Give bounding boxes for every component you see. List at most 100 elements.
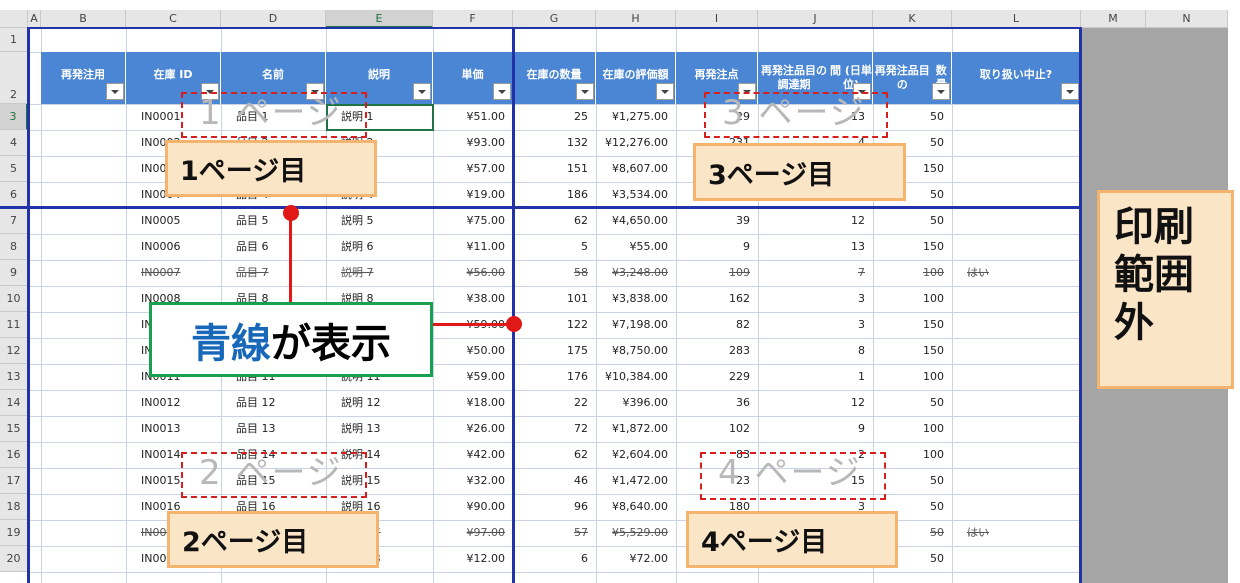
cell-price[interactable]: ¥42.00 — [433, 448, 506, 462]
column-header-n[interactable]: N — [1146, 10, 1228, 28]
cell-qty[interactable]: 62 — [513, 448, 588, 462]
row-header-3[interactable]: 3 — [0, 104, 28, 130]
cell-point[interactable]: 109 — [676, 266, 750, 280]
cell-id[interactable]: IN0007 — [141, 266, 180, 280]
cell-value[interactable]: ¥10,384.00 — [596, 370, 668, 384]
row-header-12[interactable]: 12 — [0, 338, 28, 364]
cell-price[interactable]: ¥11.00 — [433, 240, 506, 254]
cell-order[interactable]: 100 — [873, 422, 944, 436]
cell-value[interactable]: ¥7,198.00 — [596, 318, 668, 332]
filter-dropdown-button[interactable] — [656, 83, 674, 100]
cell-point[interactable]: 229 — [676, 370, 750, 384]
row-header-6[interactable]: 6 — [0, 182, 28, 208]
cell-point[interactable]: 36 — [676, 396, 750, 410]
cell-qty[interactable]: 6 — [513, 552, 588, 566]
column-header-b[interactable]: B — [41, 10, 126, 28]
cell-days[interactable]: 12 — [758, 396, 865, 410]
cell-price[interactable]: ¥51.00 — [433, 110, 506, 124]
cell-value[interactable]: ¥1,275.00 — [596, 110, 668, 124]
cell-point[interactable]: 162 — [676, 292, 750, 306]
row-header-15[interactable]: 15 — [0, 416, 28, 442]
cell-value[interactable]: ¥396.00 — [596, 396, 669, 410]
cell-days[interactable]: 7 — [758, 266, 865, 280]
cell-price[interactable]: ¥38.00 — [433, 292, 506, 306]
cell-point[interactable]: 283 — [676, 344, 750, 358]
cell-id[interactable]: IN0005 — [141, 214, 180, 228]
row-header-5[interactable]: 5 — [0, 156, 28, 182]
filter-dropdown-button[interactable] — [413, 83, 431, 100]
cell-price[interactable]: ¥50.00 — [433, 344, 506, 358]
cell-desc[interactable]: 説明 7 — [341, 266, 374, 280]
row-header-16[interactable]: 16 — [0, 442, 28, 468]
row-header-2[interactable]: 2 — [0, 52, 28, 104]
select-all-corner[interactable] — [0, 10, 28, 28]
cell-point[interactable]: 39 — [676, 214, 750, 228]
cell-price[interactable]: ¥90.00 — [433, 500, 506, 514]
row-header-4[interactable]: 4 — [0, 130, 28, 156]
cell-desc[interactable]: 説明 12 — [341, 396, 381, 410]
column-header-j[interactable]: J — [758, 10, 873, 28]
cell-days[interactable]: 8 — [758, 344, 865, 358]
cell-price[interactable]: ¥57.00 — [433, 162, 506, 176]
cell-desc[interactable]: 説明 5 — [341, 214, 374, 228]
cell-disc[interactable]: はい — [967, 266, 989, 280]
column-header-g[interactable]: G — [513, 10, 596, 28]
cell-qty[interactable]: 96 — [513, 500, 588, 514]
cell-point[interactable]: 102 — [676, 422, 750, 436]
column-header-f[interactable]: F — [433, 10, 513, 28]
cell-days[interactable]: 12 — [758, 214, 865, 228]
column-header-k[interactable]: K — [873, 10, 952, 28]
cell-value[interactable]: ¥3,248.00 — [596, 266, 668, 280]
row-header-19[interactable]: 19 — [0, 520, 28, 546]
row-header-14[interactable]: 14 — [0, 390, 28, 416]
row-header-18[interactable]: 18 — [0, 494, 28, 520]
cell-value[interactable]: ¥8,640.00 — [596, 500, 668, 514]
row-header-11[interactable]: 11 — [0, 312, 28, 338]
cell-desc[interactable]: 説明 13 — [341, 422, 381, 436]
filter-dropdown-button[interactable] — [932, 83, 950, 100]
cell-name[interactable]: 品目 13 — [236, 422, 276, 436]
cell-price[interactable]: ¥59.00 — [433, 370, 506, 384]
cell-id[interactable]: IN0012 — [141, 396, 180, 410]
column-header-c[interactable]: C — [126, 10, 221, 28]
cell-qty[interactable]: 58 — [513, 266, 588, 280]
cell-desc[interactable]: 説明 6 — [341, 240, 374, 254]
cell-name[interactable]: 品目 7 — [236, 266, 269, 280]
cell-price[interactable]: ¥12.00 — [433, 552, 506, 566]
cell-value[interactable]: ¥5,529.00 — [596, 526, 668, 540]
cell-order[interactable]: 50 — [873, 214, 944, 228]
cell-qty[interactable]: 132 — [513, 136, 588, 150]
filter-dropdown-button[interactable] — [106, 83, 124, 100]
cell-order[interactable]: 100 — [873, 370, 944, 384]
cell-qty[interactable]: 175 — [513, 344, 588, 358]
cell-order[interactable]: 150 — [873, 318, 944, 332]
cell-value[interactable]: ¥72.00 — [596, 552, 669, 566]
cell-qty[interactable]: 57 — [513, 526, 588, 540]
cell-value[interactable]: ¥8,607.00 — [596, 162, 668, 176]
cell-qty[interactable]: 176 — [513, 370, 588, 384]
cell-qty[interactable]: 5 — [513, 240, 588, 254]
cell-price[interactable]: ¥18.00 — [433, 396, 506, 410]
filter-dropdown-button[interactable] — [1061, 83, 1079, 100]
spreadsheet[interactable]: A B C D E F G H I J K L M N 1 2 3 4 5 6 7 8 9 10 11 12 13 14 15 16 17 1… — [0, 0, 1240, 583]
cell-days[interactable]: 1 — [758, 370, 865, 384]
row-header-1[interactable]: 1 — [0, 28, 28, 52]
cell-order[interactable]: 100 — [873, 266, 944, 280]
cell-qty[interactable]: 72 — [513, 422, 588, 436]
cell-id[interactable]: IN0014 — [141, 448, 180, 462]
column-header-h[interactable]: H — [596, 10, 676, 28]
cell-qty[interactable]: 46 — [513, 474, 588, 488]
cell-name[interactable]: 品目 5 — [236, 214, 269, 228]
cell-value[interactable]: ¥3,534.00 — [596, 188, 668, 202]
row-header-7[interactable]: 7 — [0, 208, 28, 234]
cell-price[interactable]: ¥26.00 — [433, 422, 506, 436]
cell-order[interactable]: 150 — [873, 344, 944, 358]
cell-days[interactable]: 13 — [758, 240, 865, 254]
cell-price[interactable]: ¥56.00 — [433, 266, 506, 280]
cell-qty[interactable]: 151 — [513, 162, 588, 176]
row-header-13[interactable]: 13 — [0, 364, 28, 390]
column-header-m[interactable]: M — [1081, 10, 1146, 28]
cell-point[interactable]: 82 — [676, 318, 750, 332]
cell-qty[interactable]: 25 — [513, 110, 588, 124]
cell-price[interactable]: ¥32.00 — [433, 474, 506, 488]
